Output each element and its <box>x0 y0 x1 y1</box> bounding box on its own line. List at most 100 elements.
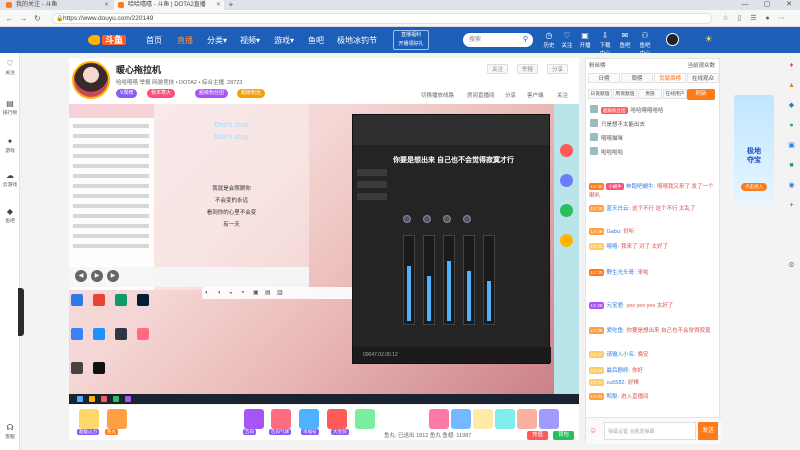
maximize-button[interactable]: ▢ <box>756 0 778 10</box>
start-stream-button[interactable]: ▣ 开播 <box>577 30 593 49</box>
more-icon[interactable]: ⋯ <box>776 13 787 24</box>
tab-contribution[interactable]: 贡献周榜 <box>654 73 686 83</box>
gift-fluorescent-stick[interactable] <box>79 409 99 429</box>
nav-yuba[interactable]: 鱼吧 <box>308 35 324 46</box>
tag-fans-club[interactable]: 超级粉丝团 <box>195 89 229 98</box>
rank-row[interactable]: 只是想不太能出去 <box>590 119 715 131</box>
yuba-center-button[interactable]: ⚇ 鱼吧中心 <box>637 30 653 57</box>
nav-home[interactable]: 首页 <box>146 35 162 46</box>
backpack-button[interactable]: 背包 <box>553 431 575 440</box>
collections-icon[interactable]: ▲ <box>786 80 797 91</box>
tag-super-fans[interactable]: 超级粉丝 <box>237 89 266 98</box>
tag-weekly[interactable]: V周榜 <box>116 89 138 98</box>
back-icon[interactable]: ← <box>4 13 15 24</box>
send-button[interactable]: 发送 <box>698 422 718 440</box>
gift-love[interactable] <box>429 409 449 429</box>
sidebar-item-follow[interactable]: ♡ 关注 <box>0 59 20 76</box>
gift-card[interactable] <box>107 409 127 429</box>
rank-row[interactable]: 超级粉丝团 哈哈嘻嘻哈哈 <box>590 105 715 117</box>
nav-game[interactable]: 游戏▾ <box>274 35 294 46</box>
add-icon[interactable]: + <box>786 200 797 211</box>
tab-daily[interactable]: 日榜 <box>588 73 620 83</box>
charge-button[interactable]: 充值 <box>527 431 549 440</box>
gift-heart[interactable] <box>517 409 537 429</box>
download-button[interactable]: ⇩ 下载中心 <box>597 30 613 57</box>
forward-icon[interactable]: → <box>18 13 29 24</box>
gift-ship[interactable] <box>539 409 559 429</box>
ad-enter-button[interactable]: 点击进入 <box>741 183 767 191</box>
star-icon[interactable]: ☆ <box>720 13 731 24</box>
lottery-side-icon[interactable] <box>560 234 573 247</box>
tools-icon[interactable]: ■ <box>786 160 797 171</box>
games-icon[interactable]: ◆ <box>786 100 797 111</box>
client-link[interactable]: 客户端 <box>527 91 544 99</box>
url-field[interactable]: 🔒 https://www.douyu.com/220149 <box>52 13 712 24</box>
bookmark-icon[interactable]: ♦ <box>786 60 797 71</box>
event-ad[interactable]: 极地 夺宝 点击进入 <box>734 95 774 205</box>
subtab-noble[interactable]: 贵族 <box>638 89 662 99</box>
history-button[interactable]: ◷ 历史 <box>541 30 557 49</box>
rank-row[interactable]: 啦啦啦啦 <box>590 147 715 159</box>
gift-castle[interactable] <box>495 409 515 429</box>
subtab-daily[interactable]: 日贡献值 <box>588 89 612 99</box>
report-button[interactable]: 举报 <box>517 64 539 74</box>
nav-live[interactable]: 直播 <box>177 35 193 46</box>
next-icon[interactable]: ▶ <box>107 270 119 282</box>
activity-side-icon[interactable] <box>560 174 573 187</box>
game-side-icon[interactable] <box>560 204 573 217</box>
share-button[interactable]: 分享 <box>547 64 569 74</box>
gift-666[interactable] <box>299 409 319 429</box>
share-link[interactable]: 分享 <box>505 91 516 99</box>
sidebar-item-rank[interactable]: ▤ 排行榜 <box>0 99 20 116</box>
outlook-icon[interactable]: ▣ <box>786 140 797 151</box>
tab-online[interactable]: 在线观众 <box>687 73 719 83</box>
sidebar-item-service[interactable]: ☊ 客服 <box>0 423 20 440</box>
sidebar-item-yuba[interactable]: ◆ 鱼吧 <box>0 207 20 224</box>
emoji-icon[interactable]: ☺ <box>589 426 601 436</box>
switch-line-link[interactable]: 切换播放线路 <box>421 91 454 99</box>
gift-star[interactable] <box>451 409 471 429</box>
settings-icon[interactable]: ⚙ <box>786 260 797 271</box>
profile-icon[interactable]: ● <box>762 13 773 24</box>
play-icon[interactable]: ▶ <box>91 270 103 282</box>
rank-row[interactable]: 嘻嘻猫咪 <box>590 133 715 145</box>
room-link[interactable]: 房间直播间 <box>467 91 495 99</box>
tab-weekly[interactable]: 周榜 <box>621 73 653 83</box>
video-player[interactable]: Don't stop Don't stop 我就是会照顾你 不会变的永远 看到你… <box>69 104 579 404</box>
search-icon[interactable]: ⚲ <box>523 33 528 47</box>
nav-fishing-festival[interactable]: 极地冰钓节 <box>337 35 377 46</box>
tab-following[interactable]: 我的关注 - 斗鱼 ✕ <box>2 0 112 10</box>
user-avatar[interactable] <box>666 33 679 46</box>
nav-category[interactable]: 分类▾ <box>207 35 227 46</box>
sidebar-item-game[interactable]: ✦ 游戏 <box>0 137 20 154</box>
refresh-icon[interactable]: ↻ <box>32 13 43 24</box>
chat-input[interactable]: 弹幕设置 点我发弹幕 <box>604 422 696 440</box>
office-icon[interactable]: ◉ <box>786 180 797 191</box>
close-window-button[interactable]: ✕ <box>778 0 800 10</box>
search-input[interactable]: 搜索 ⚲ <box>463 33 533 47</box>
gift-weak[interactable] <box>271 409 291 429</box>
sun-icon[interactable]: ☀ <box>702 33 715 46</box>
nav-video[interactable]: 视频▾ <box>240 35 260 46</box>
minimize-button[interactable]: — <box>734 0 756 10</box>
subtab-online[interactable]: 在线用户 <box>663 89 687 99</box>
new-tab-button[interactable]: + <box>226 0 236 10</box>
tag-rich[interactable]: 我本寒大 <box>147 89 176 98</box>
gift-rocket[interactable] <box>355 409 375 429</box>
refresh-button[interactable]: 刷新 <box>687 89 715 100</box>
follow-link[interactable]: 关注 <box>557 91 568 99</box>
sidebar-item-cloud-game[interactable]: ☁ 云游戏 <box>0 171 20 188</box>
douyu-logo[interactable]: 斗鱼 <box>88 33 127 47</box>
gift-fishball[interactable] <box>244 409 264 429</box>
promo-badge[interactable]: 直播福利 开播领好礼 <box>393 30 429 50</box>
prev-icon[interactable]: ◀ <box>75 270 87 282</box>
yuba-button[interactable]: ✉ 鱼吧 <box>617 30 633 49</box>
subtab-weekly[interactable]: 周贡献值 <box>613 89 637 99</box>
close-icon[interactable]: ✕ <box>104 0 109 10</box>
shopping-icon[interactable]: ● <box>786 120 797 131</box>
follow-room-button[interactable]: 关注 <box>487 64 509 74</box>
sidebar-collapse-handle[interactable] <box>18 288 24 336</box>
anchor-avatar[interactable] <box>72 61 110 99</box>
split-icon[interactable]: ▯ <box>734 13 745 24</box>
tab-room[interactable]: 哈哈嘻嘻 - 斗鱼 | DOTA2直播 ✕ <box>114 0 224 10</box>
